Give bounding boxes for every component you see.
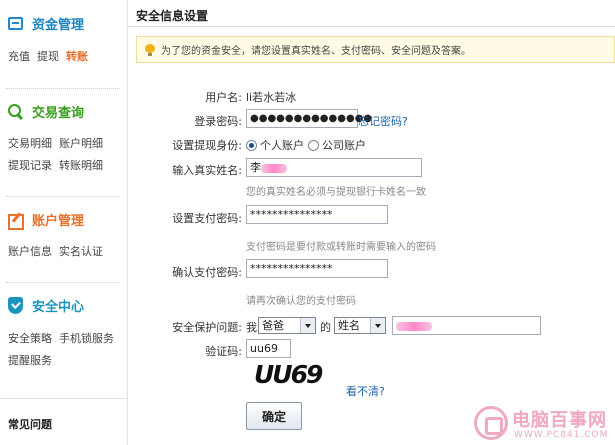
question-de: 的 <box>320 321 331 334</box>
refresh-captcha-link[interactable]: 看不清? <box>346 383 385 399</box>
lightbulb-icon <box>145 43 155 56</box>
redacted-mask <box>396 321 432 331</box>
site-logo-icon <box>474 406 508 440</box>
security-answer-input[interactable] <box>392 316 541 335</box>
attribute-select[interactable]: 姓名 <box>334 317 386 334</box>
section-header-funds[interactable]: 资金管理 <box>8 14 84 33</box>
relation-select-value: 爸爸 <box>262 319 284 332</box>
realname-input[interactable]: 李 <box>246 158 422 177</box>
sidebar-link-reminder[interactable]: 提醒服务 <box>8 354 52 367</box>
notice-text: 为了您的资金安全，请您设置真实姓名、支付密码、安全问题及答案。 <box>161 46 471 57</box>
login-password-label: 登录密码: <box>194 115 242 128</box>
sidebar-link-transfer-details[interactable]: 转账明细 <box>59 159 103 172</box>
radio-button-unchecked[interactable] <box>308 139 319 151</box>
username-value: li若水若冰 <box>246 91 297 104</box>
radio-company-account[interactable]: 公司账户 <box>308 137 366 153</box>
sidebar-link-realname-auth[interactable]: 实名认证 <box>59 245 103 258</box>
divider <box>0 398 128 399</box>
chevron-down-icon[interactable] <box>370 318 385 333</box>
sidebar-link-withdraw[interactable]: 提现 <box>37 50 59 63</box>
security-question-label: 安全保护问题: <box>172 321 242 334</box>
identity-label: 设置提现身份: <box>172 139 242 152</box>
section-links-account: 账户信息 实名认证 <box>8 241 110 263</box>
question-prefix: 我 <box>246 321 257 334</box>
search-icon <box>8 104 23 119</box>
relation-select[interactable]: 爸爸 <box>258 317 316 334</box>
pay-password-input[interactable]: *************** <box>246 205 388 224</box>
realname-label: 输入真实姓名: <box>172 164 242 177</box>
shield-icon <box>8 297 23 314</box>
pay-password-label: 设置支付密码: <box>172 212 242 225</box>
sidebar-link-transaction-details[interactable]: 交易明细 <box>8 137 52 150</box>
section-header-account[interactable]: 账户管理 <box>8 210 85 230</box>
section-links-security: 安全策略 手机锁服务 提醒服务 <box>8 328 121 372</box>
sidebar-link-account-info[interactable]: 账户信息 <box>8 245 52 258</box>
sidebar-link-transfer[interactable]: 转账 <box>66 50 88 63</box>
username-label: 用户名: <box>205 91 242 104</box>
edit-icon <box>8 212 24 230</box>
sidebar-link-account-details[interactable]: 账户明细 <box>59 137 103 150</box>
page-title: 安全信息设置 <box>136 9 209 23</box>
sidebar-link-phone-lock[interactable]: 手机锁服务 <box>59 332 114 345</box>
watermark-url: WWW.PC841.COM <box>514 430 609 440</box>
confirm-password-label: 确认支付密码: <box>172 266 242 279</box>
radio-personal-label: 个人账户 <box>260 139 304 152</box>
verify-code-input[interactable]: uu69 <box>246 339 291 358</box>
divider <box>6 196 120 197</box>
section-links-query: 交易明细 账户明细 提现记录 转账明细 <box>8 133 110 177</box>
confirm-button[interactable]: 确定 <box>246 402 302 430</box>
chevron-down-icon[interactable] <box>300 318 315 333</box>
sidebar: 资金管理 充值 提现 转账 交易查询 交易明细 账户明细 提现记录 转账明细 账户管理 … <box>0 0 128 445</box>
section-title-funds: 资金管理 <box>32 18 85 33</box>
divider <box>6 88 120 89</box>
section-links-funds: 充值 提现 转账 <box>8 46 95 68</box>
redacted-mask <box>261 163 287 173</box>
captcha-image[interactable]: UU69 <box>254 360 323 389</box>
section-header-query[interactable]: 交易查询 <box>8 102 84 121</box>
radio-button-checked[interactable] <box>246 139 257 151</box>
divider <box>128 26 615 27</box>
pay-password-hint: 支付密码是要付款或转账时需要输入的密码 <box>246 242 436 253</box>
watermark-name: 电脑百事网 <box>512 410 607 431</box>
section-title-query: 交易查询 <box>32 106 85 121</box>
attribute-select-value: 姓名 <box>338 319 360 332</box>
faq-link[interactable]: 常见问题 <box>8 416 52 432</box>
watermark: 电脑百事网 WWW.PC841.COM <box>474 404 614 444</box>
wallet-icon <box>8 17 23 30</box>
confirm-password-hint: 请再次确认您的支付密码 <box>246 296 356 307</box>
confirm-password-input[interactable]: *************** <box>246 259 388 278</box>
forgot-password-link[interactable]: 忘记密码? <box>358 113 408 129</box>
section-title-account: 账户管理 <box>32 214 85 229</box>
notice-banner: 为了您的资金安全，请您设置真实姓名、支付密码、安全问题及答案。 <box>136 36 615 63</box>
sidebar-link-withdraw-records[interactable]: 提现记录 <box>8 159 52 172</box>
sidebar-link-recharge[interactable]: 充值 <box>8 50 30 63</box>
radio-company-label: 公司账户 <box>322 139 366 152</box>
radio-personal-account[interactable]: 个人账户 <box>246 137 304 153</box>
verify-code-label: 验证码: <box>205 345 242 358</box>
section-title-security: 安全中心 <box>32 300 85 315</box>
realname-hint: 您的真实姓名必须与提现银行卡姓名一致 <box>246 187 426 198</box>
login-password-input[interactable]: ●●●●●●●●●●●●●● <box>246 109 372 128</box>
divider <box>6 282 120 283</box>
section-header-security[interactable]: 安全中心 <box>8 296 84 315</box>
sidebar-link-security-policy[interactable]: 安全策略 <box>8 332 52 345</box>
realname-value: 李 <box>250 161 261 174</box>
